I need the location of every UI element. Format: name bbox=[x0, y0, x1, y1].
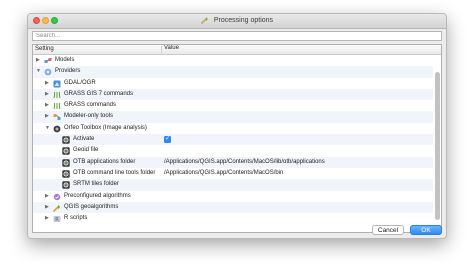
setting-icon bbox=[62, 181, 70, 189]
gdal-icon bbox=[53, 80, 61, 88]
value-column-header[interactable]: Value bbox=[164, 45, 179, 51]
setting-icon bbox=[62, 147, 70, 156]
window-title: Processing options bbox=[213, 16, 274, 24]
models-icon bbox=[44, 58, 52, 63]
processing-options-window: Processing options Setting Value ▶ Models… bbox=[27, 13, 447, 239]
expand-arrow-icon[interactable]: ▶ bbox=[45, 100, 49, 111]
collapse-arrow-icon[interactable]: ▼ bbox=[45, 123, 50, 134]
scrollbar-thumb[interactable] bbox=[435, 72, 440, 220]
qgis-icon bbox=[53, 204, 61, 212]
vertical-scrollbar[interactable] bbox=[435, 55, 440, 230]
expand-arrow-icon[interactable]: ▶ bbox=[45, 111, 49, 122]
tree-row[interactable]: ▶ GRASS GIS 7 commands bbox=[33, 88, 433, 101]
tree-rows: ▶ Models ▼ Providers ▶ GDAL/OGR ▶ GRASS GIS 7 c… bbox=[33, 55, 433, 224]
activate-checkbox[interactable]: ✓ bbox=[164, 136, 171, 144]
r-scripts-icon: R bbox=[53, 216, 61, 223]
setting-icon bbox=[62, 136, 70, 144]
row-label: Models bbox=[55, 57, 75, 63]
tree-row[interactable]: ▶ R R scripts bbox=[33, 213, 433, 224]
tree-row[interactable]: ▶ GDAL/OGR bbox=[33, 78, 433, 89]
tree-row[interactable]: ▼ Orfeo Toolbox (Image analysis) bbox=[33, 123, 433, 134]
tree-row[interactable]: ▶ Preconfigured algorithms bbox=[33, 191, 433, 202]
row-label: Modeler-only tools bbox=[64, 113, 114, 120]
expand-arrow-icon[interactable]: ▶ bbox=[45, 213, 49, 224]
row-value[interactable]: /Applications/QGIS.app/Contents/MacOS/li… bbox=[164, 157, 325, 168]
tree-row[interactable]: ▶ GRASS commands bbox=[33, 100, 433, 111]
row-label: QGIS geoalgorithms bbox=[64, 203, 119, 210]
row-label: Geoid file bbox=[73, 147, 99, 154]
tree-header: Setting Value bbox=[33, 45, 441, 55]
ok-button[interactable]: OK bbox=[410, 225, 442, 235]
row-value[interactable]: /Applications/QGIS.app/Contents/MacOS/bi… bbox=[164, 168, 283, 179]
expand-arrow-icon[interactable]: ▶ bbox=[45, 202, 49, 213]
tree-row[interactable]: ▶ Modeler-only tools bbox=[33, 111, 433, 123]
row-label: Providers bbox=[55, 68, 81, 75]
row-label: SRTM tiles folder bbox=[73, 181, 119, 188]
tree-row[interactable]: ▼ Providers bbox=[33, 66, 433, 78]
expand-arrow-icon[interactable]: ▶ bbox=[45, 191, 49, 202]
settings-tree: Setting Value ▶ Models ▼ Providers ▶ GDAL/OGR… bbox=[32, 44, 442, 233]
tree-row[interactable]: OTB command line tools folder/Applicatio… bbox=[33, 168, 433, 179]
setting-icon bbox=[62, 170, 70, 178]
expand-arrow-icon[interactable]: ▶ bbox=[45, 78, 49, 89]
grass-icon bbox=[53, 103, 61, 110]
row-label: R scripts bbox=[64, 215, 88, 222]
orfeo-icon bbox=[53, 125, 61, 133]
expand-arrow-icon[interactable]: ▶ bbox=[36, 55, 40, 66]
tree-row[interactable]: SRTM tiles folder bbox=[33, 179, 433, 191]
modeler-icon bbox=[53, 114, 61, 121]
row-label: GRASS GIS 7 commands bbox=[64, 90, 134, 97]
providers-icon bbox=[44, 68, 52, 76]
svg-text:R: R bbox=[55, 217, 59, 223]
row-label: Preconfigured algorithms bbox=[64, 192, 131, 199]
cancel-button[interactable]: Cancel bbox=[372, 225, 404, 235]
window-title-container: Processing options bbox=[28, 16, 446, 24]
setting-column-header[interactable]: Setting bbox=[35, 46, 54, 52]
row-label: GRASS commands bbox=[64, 102, 117, 109]
tree-row[interactable]: OTB applications folder/Applications/QGI… bbox=[33, 156, 433, 168]
row-label: OTB applications folder bbox=[73, 158, 136, 165]
tree-row[interactable]: Activate ✓ bbox=[33, 134, 433, 146]
setting-icon bbox=[62, 158, 70, 167]
search-input[interactable] bbox=[32, 31, 442, 41]
row-label: Activate bbox=[73, 136, 95, 143]
tree-row[interactable]: ▶ Models bbox=[33, 55, 433, 66]
title-bar: Processing options bbox=[28, 14, 446, 29]
tree-row[interactable]: ▶ QGIS geoalgorithms bbox=[33, 201, 433, 214]
row-label: OTB command line tools folder bbox=[73, 169, 156, 176]
row-label: GDAL/OGR bbox=[64, 79, 96, 86]
tree-row[interactable]: Geoid file bbox=[33, 145, 433, 156]
column-divider[interactable] bbox=[161, 46, 162, 53]
grass-icon bbox=[53, 91, 61, 99]
preconfigured-icon bbox=[53, 193, 61, 200]
expand-arrow-icon[interactable]: ▶ bbox=[45, 89, 49, 100]
collapse-arrow-icon[interactable]: ▼ bbox=[36, 66, 41, 77]
row-label: Orfeo Toolbox (Image analysis) bbox=[64, 124, 147, 131]
processing-app-icon bbox=[201, 17, 208, 24]
